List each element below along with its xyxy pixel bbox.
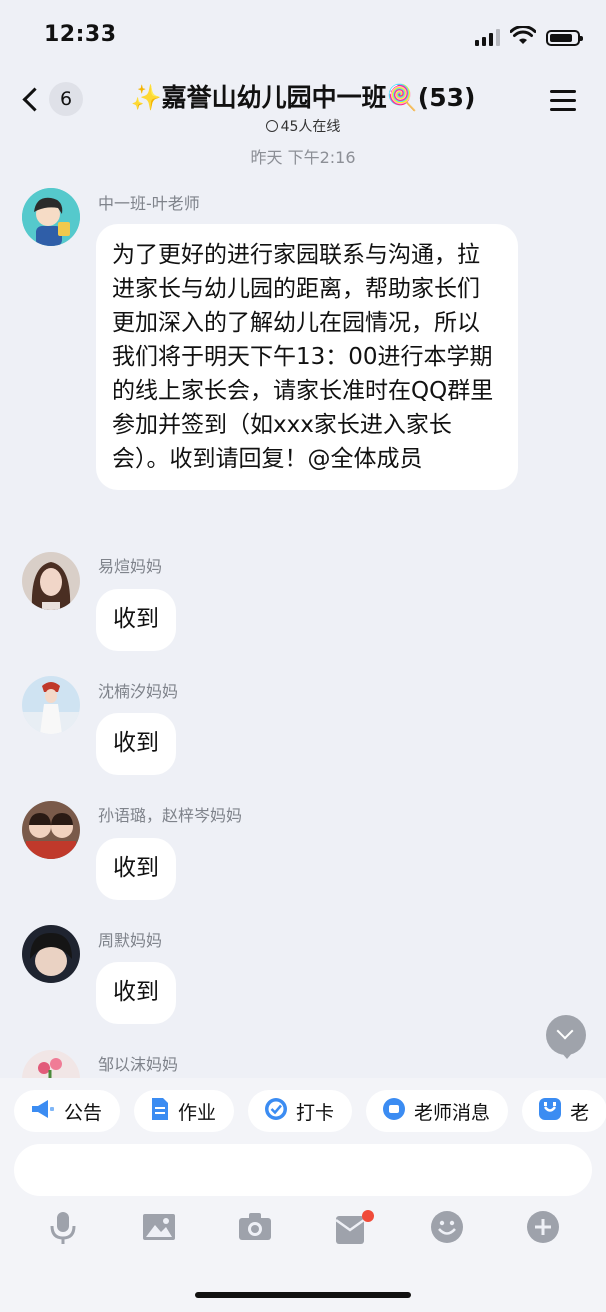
chip-label: 打卡 [296, 1101, 335, 1124]
message-bubble[interactable]: 收到 [96, 962, 176, 1024]
homework-chip[interactable]: 作业 [134, 1090, 235, 1132]
unread-count-badge: 6 [49, 82, 83, 116]
online-status: 45人在线 [120, 116, 486, 136]
teacher-message-icon [382, 1097, 406, 1126]
avatar[interactable] [22, 552, 80, 610]
input-toolbar [0, 1210, 606, 1250]
cellular-signal-icon [475, 28, 500, 46]
megaphone-icon [30, 1098, 56, 1125]
online-count-text: 45人在线 [280, 119, 341, 135]
battery-icon [546, 30, 583, 46]
message-timestamp: 昨天 下午2:16 [250, 148, 356, 167]
group-title: ✨嘉誉山幼儿园中一班🍭(53) [130, 83, 476, 112]
chip-label: 作业 [178, 1101, 217, 1124]
emoji-icon[interactable] [430, 1210, 464, 1244]
announcement-chip[interactable]: 公告 [14, 1090, 121, 1132]
message-input[interactable] [14, 1144, 592, 1196]
status-bar: 12:33 [0, 0, 606, 70]
chat-header: 6 ✨嘉誉山幼儿园中一班🍭(53) 45人在线 [0, 70, 606, 136]
status-time: 12:33 [44, 22, 117, 47]
sender-name: 易煊妈妈 [98, 557, 163, 576]
checkin-icon [264, 1097, 288, 1126]
input-panel: 公告 作业 打卡 老师消息 老 [0, 1078, 606, 1312]
document-icon [150, 1097, 170, 1126]
smile-badge-icon [538, 1097, 562, 1126]
avatar[interactable] [22, 676, 80, 734]
avatar[interactable] [22, 188, 80, 246]
microphone-icon[interactable] [46, 1210, 80, 1244]
chip-label: 公告 [64, 1101, 103, 1124]
teacher-message-chip[interactable]: 老师消息 [366, 1090, 509, 1132]
message-bubble[interactable]: 收到 [96, 713, 176, 775]
more-chip[interactable]: 老 [522, 1090, 606, 1132]
quick-action-bar: 公告 作业 打卡 老师消息 老 [14, 1090, 606, 1132]
message-bubble[interactable]: 为了更好的进行家园联系与沟通，拉进家长与幼儿园的距离，帮助家长们更加深入的了解幼… [96, 224, 518, 490]
avatar[interactable] [22, 801, 80, 859]
group-title-area[interactable]: ✨嘉誉山幼儿园中一班🍭(53) 45人在线 [120, 78, 486, 136]
sender-name: 邹以沫妈妈 [98, 1055, 179, 1074]
sender-name: 周默妈妈 [98, 931, 163, 950]
sender-name: 中一班-叶老师 [98, 194, 200, 213]
image-icon[interactable] [142, 1210, 176, 1244]
sender-name: 孙语璐，赵梓岑妈妈 [98, 806, 243, 825]
online-circle-icon [265, 120, 278, 132]
checkin-chip[interactable]: 打卡 [248, 1090, 353, 1132]
sender-name: 沈楠汐妈妈 [98, 682, 179, 701]
scroll-to-bottom-button[interactable] [546, 1015, 586, 1059]
back-button[interactable]: 6 [20, 82, 83, 116]
home-indicator [195, 1292, 411, 1298]
menu-icon[interactable] [550, 90, 576, 117]
plus-icon[interactable] [526, 1210, 560, 1244]
wifi-icon [510, 26, 536, 44]
red-packet-icon[interactable] [334, 1210, 374, 1244]
chip-label: 老师消息 [414, 1101, 491, 1124]
message-bubble[interactable]: 收到 [96, 838, 176, 900]
status-icons [475, 26, 583, 46]
message-bubble[interactable]: 收到 [96, 589, 176, 651]
chevron-left-icon [22, 86, 47, 112]
chip-label: 老 [570, 1101, 590, 1124]
avatar[interactable] [22, 925, 80, 983]
camera-icon[interactable] [238, 1210, 272, 1244]
